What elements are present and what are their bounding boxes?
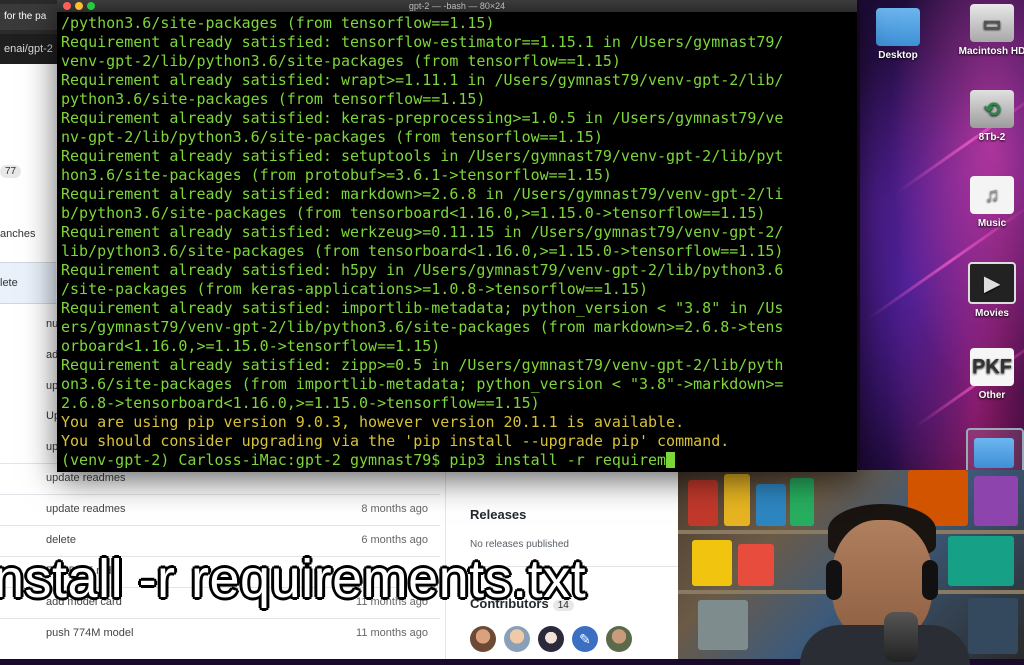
collectible-box	[968, 598, 1018, 654]
terminal-line: Requirement already satisfied: setuptool…	[61, 147, 784, 165]
headphone-icon	[922, 560, 938, 600]
terminal-output[interactable]: /python3.6/site-packages (from tensorflo…	[57, 12, 857, 470]
folder-icon	[974, 438, 1014, 468]
terminal-line: on3.6/site-packages (from importlib-meta…	[61, 375, 784, 393]
contributor-avatar[interactable]	[470, 626, 496, 652]
collectible-box	[790, 478, 814, 526]
terminal-warning-line: You should consider upgrading via the 'p…	[61, 432, 730, 450]
releases-heading[interactable]: Releases	[470, 507, 526, 522]
file-row[interactable]: push 774M model 11 months ago	[0, 618, 440, 650]
music-icon: ♫	[970, 176, 1014, 214]
commit-message[interactable]: update readmes	[46, 472, 126, 484]
desktop-icon-other[interactable]: PKF Other	[947, 348, 1024, 401]
collectible-box	[974, 476, 1018, 526]
terminal-line: Requirement already satisfied: werkzeug>…	[61, 223, 784, 241]
headphone-icon	[826, 560, 842, 600]
commit-age: 8 months ago	[361, 503, 428, 515]
terminal-titlebar[interactable]: gpt-2 — -bash — 80×24	[57, 0, 857, 12]
counter-badge: 77	[0, 165, 22, 178]
time-machine-drive-icon: ⟲	[970, 90, 1014, 128]
terminal-line: Requirement already satisfied: h5py in /…	[61, 261, 784, 279]
document-icon: PKF	[970, 348, 1014, 386]
terminal-line: Requirement already satisfied: zipp>=0.5…	[61, 356, 784, 374]
collectible-box	[948, 536, 1014, 586]
terminal-line: Requirement already satisfied: importlib…	[61, 299, 784, 317]
terminal-title: gpt-2 — -bash — 80×24	[408, 1, 506, 11]
commit-message[interactable]: push 774M model	[46, 627, 133, 639]
desktop-icon-label: 8Tb-2	[978, 132, 1006, 143]
terminal-line: venv-gpt-2/lib/python3.6/site-packages (…	[61, 52, 621, 70]
terminal-line: ers/gymnast79/venv-gpt-2/lib/python3.6/s…	[61, 318, 784, 336]
branches-link[interactable]: anches	[0, 228, 35, 240]
hard-drive-icon: ▭	[970, 4, 1014, 42]
collectible-box	[692, 540, 732, 586]
terminal-line: Requirement already satisfied: keras-pre…	[61, 109, 784, 127]
terminal-line: /python3.6/site-packages (from tensorflo…	[61, 14, 495, 32]
contributor-avatar[interactable]	[538, 626, 564, 652]
terminal-prompt-line[interactable]: (venv-gpt-2) Carloss-iMac:gpt-2 gymnast7…	[61, 451, 853, 470]
commit-message[interactable]: update readmes	[46, 503, 126, 515]
terminal-line: Requirement already satisfied: markdown>…	[61, 185, 784, 203]
commit-age: 6 months ago	[361, 534, 428, 546]
file-row[interactable]: update readmes 8 months ago	[0, 494, 440, 526]
document-badge: PKF	[972, 355, 1012, 378]
cursor-icon	[666, 452, 676, 468]
terminal-line: Requirement already satisfied: tensorflo…	[61, 33, 784, 51]
movies-icon: ▶	[968, 262, 1016, 304]
desktop-icon-label: Music	[977, 218, 1007, 229]
microphone-icon	[884, 612, 918, 662]
typed-command[interactable]: pip3 install -r requirem	[449, 451, 666, 469]
desktop-icon-desktop[interactable]: Desktop	[853, 8, 943, 61]
terminal-warning-line: You are using pip version 9.0.3, however…	[61, 413, 685, 431]
desktop-icon-8tb-2[interactable]: ⟲ 8Tb-2	[947, 90, 1024, 143]
contributor-avatar[interactable]	[606, 626, 632, 652]
terminal-window[interactable]: gpt-2 — -bash — 80×24 /python3.6/site-pa…	[57, 0, 857, 472]
terminal-line: nv-gpt-2/lib/python3.6/site-packages (fr…	[61, 128, 603, 146]
selected-commit-row[interactable]: lete	[0, 262, 56, 304]
browser-tab[interactable]: for the pa	[0, 4, 58, 30]
terminal-line: b/python3.6/site-packages (from tensorbo…	[61, 204, 766, 222]
terminal-line: lib/python3.6/site-packages (from tensor…	[61, 242, 784, 260]
folder-icon	[876, 8, 920, 46]
terminal-line: /site-packages (from keras-applications>…	[61, 280, 648, 298]
selected-row-text: lete	[0, 277, 18, 289]
desktop-icon-label: Other	[978, 390, 1006, 401]
wrench-icon[interactable]: ✎	[572, 626, 598, 652]
desktop-icon-macintosh-hd[interactable]: ▭ Macintosh HD	[947, 4, 1024, 57]
terminal-line: python3.6/site-packages (from tensorflow…	[61, 90, 486, 108]
collectible-box	[724, 474, 750, 526]
collectible-box	[698, 600, 748, 650]
desktop-icon-label: Movies	[975, 308, 1009, 319]
terminal-line: Requirement already satisfied: wrapt>=1.…	[61, 71, 784, 89]
terminal-line: hon3.6/site-packages (from protobuf>=3.6…	[61, 166, 612, 184]
desktop-icon-label: Desktop	[878, 50, 918, 61]
shell-prompt: (venv-gpt-2) Carloss-iMac:gpt-2 gymnast7…	[61, 451, 450, 469]
desktop-icon-label: Macintosh HD	[958, 46, 1024, 57]
collectible-box	[688, 480, 718, 526]
contributor-avatar[interactable]	[504, 626, 530, 652]
collectible-box	[756, 484, 786, 526]
video-caption: nstall -r requirements.txt	[0, 549, 587, 609]
commit-message[interactable]: delete	[46, 534, 76, 546]
terminal-line: 2.6.8->tensorboard<1.16.0,>=1.15.0->tens…	[61, 394, 540, 412]
collectible-box	[738, 544, 774, 586]
desktop-icon-movies[interactable]: ▶ Movies	[947, 262, 1024, 319]
desktop-icon-music[interactable]: ♫ Music	[947, 176, 1024, 229]
terminal-line: orboard<1.16.0,>=1.15.0->tensorflow==1.1…	[61, 337, 441, 355]
commit-age: 11 months ago	[356, 627, 428, 639]
